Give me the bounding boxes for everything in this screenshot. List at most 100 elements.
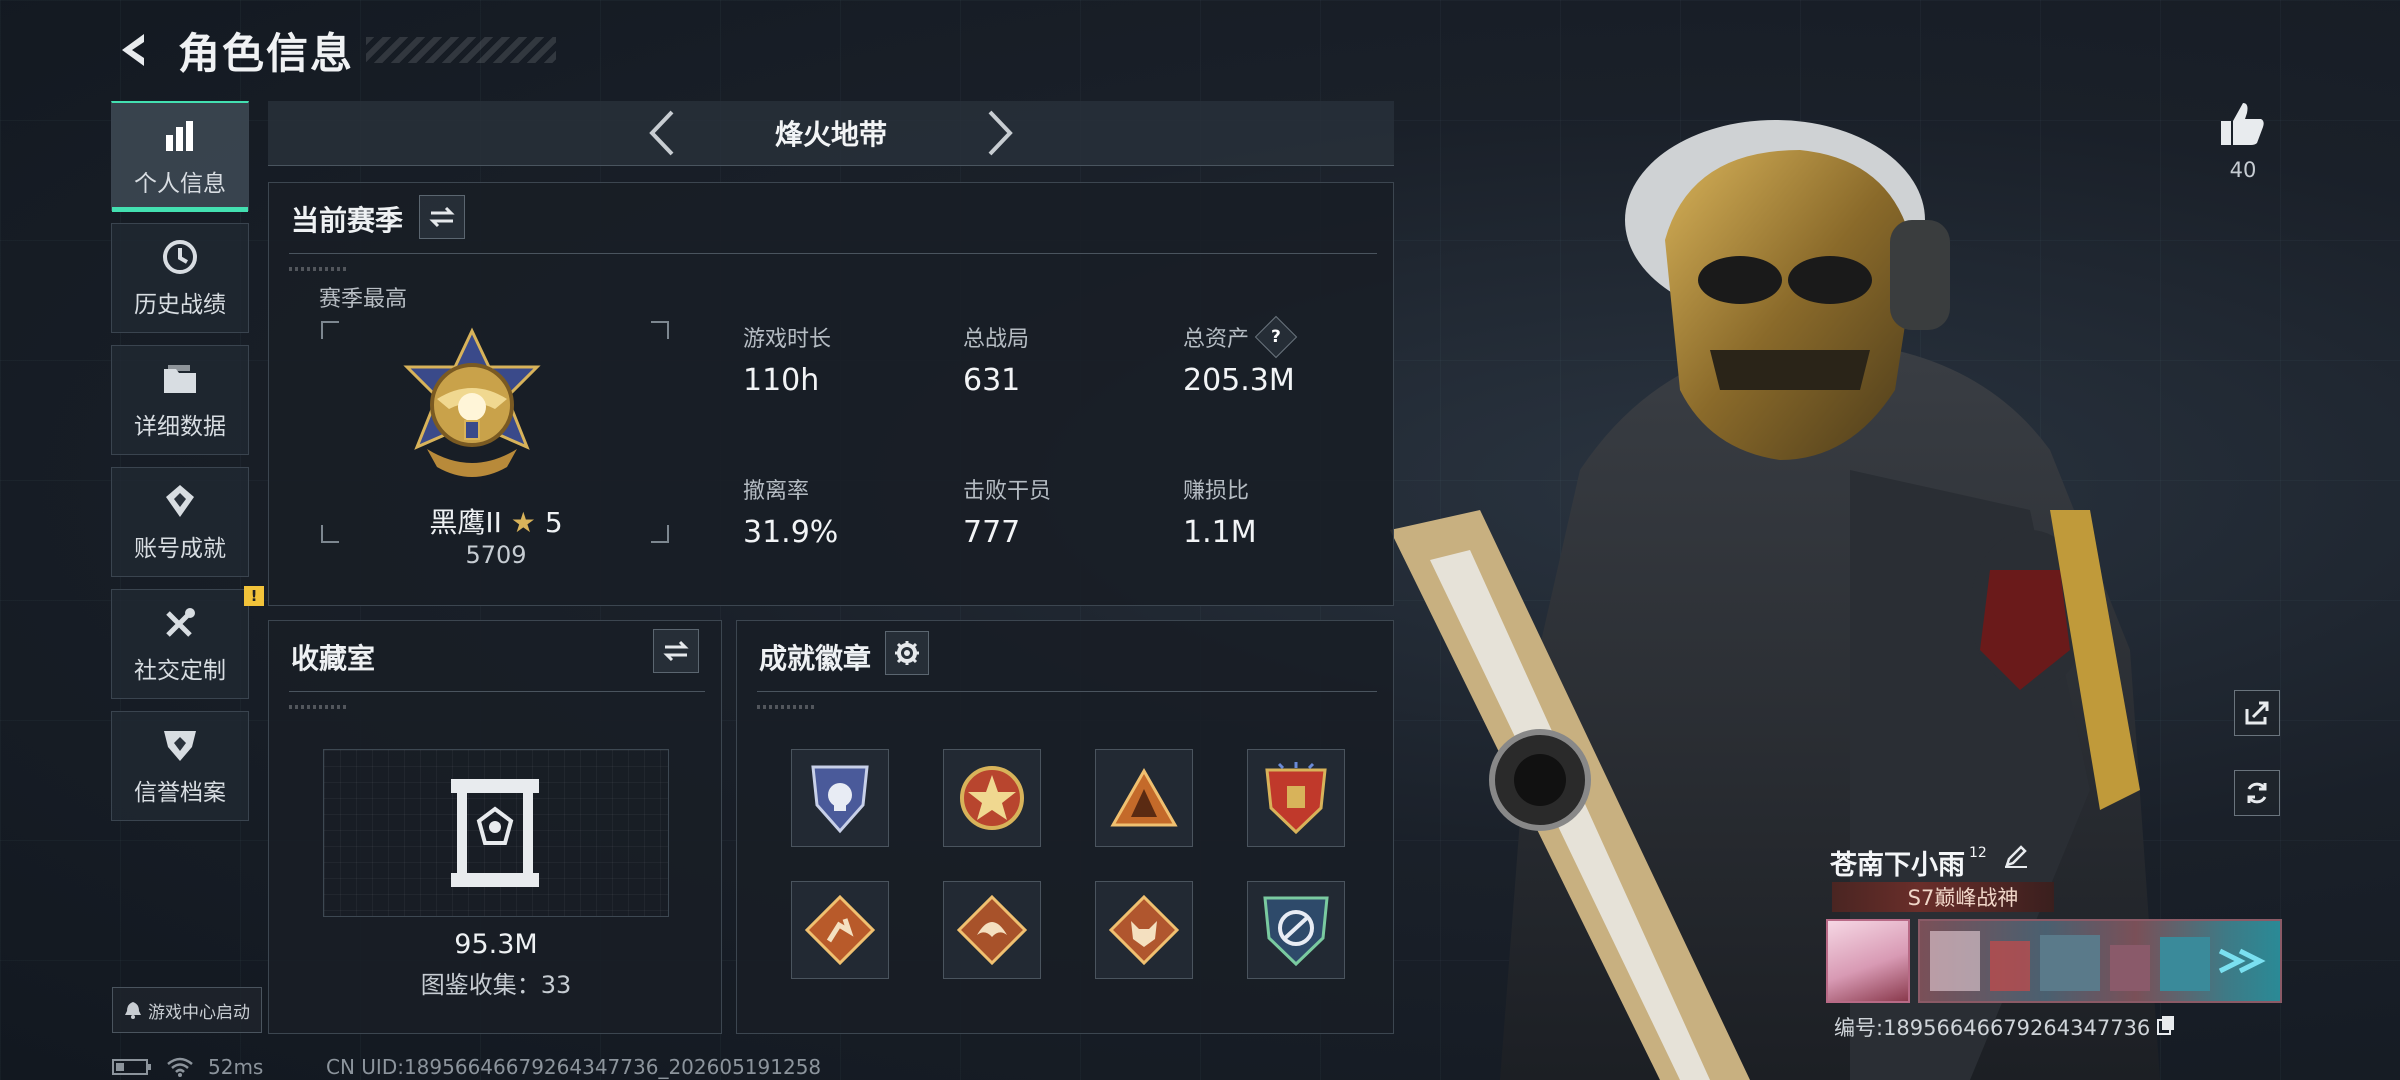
nav-item-achievements[interactable]: 账号成就 (111, 467, 249, 577)
stat-extraction-rate: 撤离率 31.9% (743, 473, 943, 550)
stat-value: 205.3M (1183, 363, 1295, 398)
share-button[interactable] (2234, 690, 2280, 736)
collection-panel-title: 收藏室 (291, 642, 376, 675)
help-button[interactable]: ? (1254, 315, 1298, 359)
divider (757, 691, 1377, 692)
swap-arrows-icon (429, 206, 455, 228)
badge-slot[interactable] (1095, 749, 1193, 847)
season-panel-title: 当前赛季 (291, 204, 404, 237)
wolf-diamond-badge-icon (1109, 895, 1179, 965)
runner-diamond-badge-icon (805, 895, 875, 965)
current-season-panel: 当前赛季 赛季最高 黑鹰II ★ 5 5709 游戏时长 110h 总战局 63… (268, 182, 1394, 606)
player-title-tag: S7巅峰战神 (1832, 882, 2054, 912)
badge-slot[interactable] (1247, 749, 1345, 847)
achievement-icon (160, 481, 200, 521)
eagle-shield-badge-icon (1263, 896, 1329, 967)
bell-icon (125, 1002, 141, 1019)
back-button[interactable] (110, 26, 158, 74)
mode-name: 烽火地带 (774, 118, 887, 151)
ping-value: 52ms (208, 1055, 264, 1079)
battery-icon (112, 1059, 151, 1075)
history-clock-icon (160, 237, 200, 277)
stat-play-time: 游戏时长 110h (743, 321, 943, 398)
swap-arrows-icon (663, 640, 689, 662)
season-swap-button[interactable] (419, 195, 465, 239)
rank-name-row: 黑鹰II ★ 5 (269, 501, 723, 541)
nav-item-match-history[interactable]: 历史战绩 (111, 223, 249, 333)
collection-count: 图鉴收集：33 (420, 971, 572, 999)
question-mark-icon: ? (1271, 327, 1281, 347)
nav-label: 个人信息 (134, 170, 226, 197)
status-bar: 52ms (112, 1055, 263, 1079)
stat-label: 总战局 (963, 327, 1030, 352)
refresh-button[interactable] (2234, 770, 2280, 816)
vault-showcase-icon (451, 779, 539, 887)
decorative-ticks (757, 705, 817, 709)
rank-score: 5709 (465, 541, 527, 569)
divider (289, 253, 1377, 254)
collection-panel: 收藏室 95.3M 图鉴收集：33 (268, 620, 722, 1034)
star-icon: ★ (510, 506, 536, 539)
nav-item-personal-info[interactable]: 个人信息 (111, 101, 249, 212)
like-button[interactable] (2212, 94, 2272, 154)
copy-id-button[interactable] (2156, 1014, 2176, 1041)
page-title: 角色信息 (178, 28, 355, 78)
badge-slot[interactable] (943, 881, 1041, 979)
player-level: 12 (1969, 845, 1987, 861)
page-header: 角色信息 (110, 20, 557, 80)
tools-icon (160, 603, 200, 643)
nav-label: 社交定制 (134, 658, 226, 684)
collection-value: 95.3M (454, 929, 538, 960)
stat-total-assets: 总资产 ? 205.3M (1183, 315, 1383, 398)
decorative-ticks (289, 705, 349, 709)
player-banner[interactable] (1918, 919, 2282, 1003)
nav-label: 信誉档案 (134, 780, 226, 806)
stat-value: 110h (743, 363, 820, 398)
nav-label: 账号成就 (134, 536, 226, 562)
stat-label: 赚损比 (1183, 479, 1250, 504)
mode-selector: 烽火地带 (268, 101, 1394, 166)
star-shield-badge-icon (1265, 762, 1327, 835)
collection-swap-button[interactable] (653, 629, 699, 673)
player-avatar[interactable] (1826, 919, 1910, 1003)
game-center-launch-button[interactable]: 游戏中心启动 (112, 987, 262, 1033)
stat-value: 31.9% (743, 515, 839, 550)
nav-item-credit-record[interactable]: 信誉档案 (111, 711, 249, 821)
stat-label: 撤离率 (743, 479, 810, 504)
mode-prev-button[interactable] (641, 108, 681, 158)
folder-icon (160, 359, 200, 399)
badge-slot[interactable] (791, 749, 889, 847)
badge-slot[interactable] (1247, 881, 1345, 979)
like-count: 40 (2229, 158, 2257, 182)
mode-next-button[interactable] (981, 108, 1021, 158)
back-arrow-icon (122, 34, 144, 66)
chevron-right-icon (988, 110, 1013, 156)
rank-stars: 5 (544, 506, 563, 539)
title-decoration (366, 37, 557, 63)
badges-settings-button[interactable] (885, 631, 929, 675)
badge-slot[interactable] (943, 749, 1041, 847)
badges-panel-title: 成就徽章 (759, 642, 872, 675)
divider (289, 691, 705, 692)
season-best-label: 赛季最高 (319, 287, 408, 312)
refresh-icon (2247, 782, 2267, 804)
nav-item-detailed-data[interactable]: 详细数据 (111, 345, 249, 455)
dragon-diamond-badge-icon (957, 895, 1027, 965)
nav-item-social-customization[interactable]: 社交定制 ! (111, 586, 264, 699)
gear-icon (895, 641, 919, 665)
pencil-icon (2004, 845, 2027, 868)
wifi-icon (167, 1057, 193, 1077)
black-hawk-rank-emblem-icon (403, 327, 541, 477)
edit-name-button[interactable] (2003, 843, 2029, 876)
achievement-badges-panel: 成就徽章 (736, 620, 1394, 1034)
player-id: 编号:18956646679264347736 (1834, 1016, 2151, 1040)
badge-slot[interactable] (1095, 881, 1193, 979)
stat-operators-defeated: 击败干员 777 (963, 473, 1163, 550)
share-icon (2245, 701, 2269, 725)
stat-label: 游戏时长 (743, 327, 832, 352)
launch-label: 游戏中心启动 (148, 1002, 250, 1023)
badge-slot[interactable] (791, 881, 889, 979)
player-id-row: 编号:18956646679264347736 (1834, 1012, 2176, 1042)
stat-label: 总资产 (1183, 327, 1250, 352)
stat-profit-loss: 赚损比 1.1M (1183, 473, 1383, 550)
